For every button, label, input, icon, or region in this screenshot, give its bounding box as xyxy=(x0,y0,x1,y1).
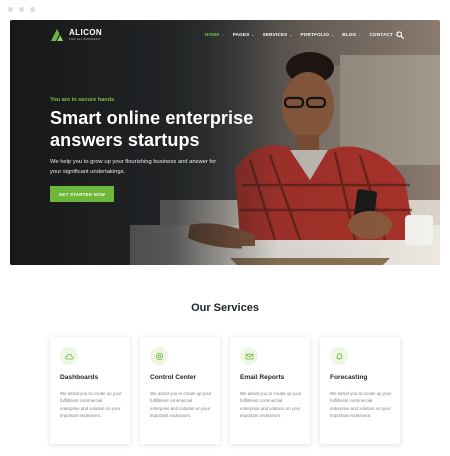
card-title: Forecasting xyxy=(330,374,368,381)
nav-item-label: PORTFOLIO xyxy=(300,32,330,37)
card-description: We assist you to create up your fulfillm… xyxy=(150,391,212,419)
mail-icon xyxy=(240,347,258,365)
logo-mark-icon xyxy=(51,29,63,41)
card-title: Dashboards xyxy=(60,374,99,381)
card-description: We assist you to create up your fulfillm… xyxy=(60,391,122,419)
service-card-email-reports[interactable]: Email Reports We assist you to create up… xyxy=(230,337,310,444)
window-dot xyxy=(30,7,35,12)
services-grid: Dashboards We assist you to create up yo… xyxy=(50,337,400,444)
nav-item-blog[interactable]: BLOG ⌄ xyxy=(342,32,361,37)
chevron-down-icon: ⌄ xyxy=(251,32,255,37)
hero-section: ALICON FOR ALL BUSINESS HOME ⌄ PAGES ⌄ S… xyxy=(10,20,440,265)
window-dots xyxy=(8,7,35,12)
gear-icon xyxy=(150,347,168,365)
chevron-down-icon: ⌄ xyxy=(221,32,225,37)
top-navbar: ALICON FOR ALL BUSINESS HOME ⌄ PAGES ⌄ S… xyxy=(10,20,440,52)
services-heading: Our Services xyxy=(191,302,259,314)
cloud-icon xyxy=(60,347,78,365)
card-description: We assist you to create up your fulfillm… xyxy=(240,391,302,419)
card-title: Control Center xyxy=(150,374,197,381)
nav-item-portfolio[interactable]: PORTFOLIO ⌄ xyxy=(301,32,335,37)
service-card-forecasting[interactable]: Forecasting We assist you to create up y… xyxy=(320,337,400,444)
hero-eyebrow: You are in secure hands xyxy=(50,97,115,103)
service-card-dashboards[interactable]: Dashboards We assist you to create up yo… xyxy=(50,337,130,444)
nav-item-pages[interactable]: PAGES ⌄ xyxy=(233,32,255,37)
brand-name: ALICON xyxy=(69,28,103,37)
nav-item-contact[interactable]: CONTACT ⌄ xyxy=(369,32,398,37)
bell-icon xyxy=(330,347,348,365)
chevron-down-icon: ⌄ xyxy=(289,32,293,37)
hero-headline: Smart online enterprise answers startups xyxy=(50,108,254,150)
nav-item-label: CONTACT xyxy=(369,32,393,37)
brand-tagline: FOR ALL BUSINESS xyxy=(69,37,101,41)
get-started-button[interactable]: GET STARTED NOW xyxy=(50,186,114,202)
card-description: We assist you to create up your fulfillm… xyxy=(330,391,392,419)
card-title: Email Reports xyxy=(240,374,285,381)
nav-item-label: BLOG xyxy=(342,32,357,37)
service-card-control-center[interactable]: Control Center We assist you to create u… xyxy=(140,337,220,444)
window-dot xyxy=(8,7,13,12)
nav-item-label: PAGES xyxy=(232,32,250,37)
nav-item-services[interactable]: SERVICES ⌄ xyxy=(263,32,293,37)
chevron-down-icon: ⌄ xyxy=(358,32,362,37)
brand-logo[interactable]: ALICON FOR ALL BUSINESS xyxy=(50,28,102,42)
nav-item-home[interactable]: HOME ⌄ xyxy=(205,32,225,37)
nav-item-label: SERVICES xyxy=(262,32,288,37)
main-menu: HOME ⌄ PAGES ⌄ SERVICES ⌄ PORTFOLIO ⌄ BL… xyxy=(205,32,406,37)
chevron-down-icon: ⌄ xyxy=(331,32,335,37)
search-icon[interactable] xyxy=(396,31,404,39)
window-dot xyxy=(19,7,24,12)
nav-item-label: HOME xyxy=(205,32,220,37)
hero-subtext: We help you to grow up your flourishing … xyxy=(50,159,217,175)
